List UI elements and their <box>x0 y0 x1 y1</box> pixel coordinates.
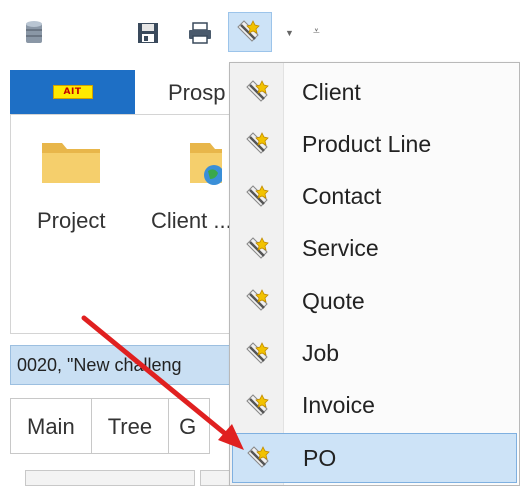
menu-item-label: Contact <box>302 183 382 210</box>
folder-icon <box>40 135 102 190</box>
wizard-dropdown-button[interactable] <box>228 12 272 52</box>
menu-item-label: Quote <box>302 287 365 314</box>
quick-access-toolbar: ▼ ⩡ <box>0 0 520 70</box>
magic-wand-icon <box>232 341 282 367</box>
project-button-label: Project <box>37 208 106 233</box>
menu-item-job[interactable]: Job <box>232 329 517 379</box>
client-button-label: Client ... <box>151 208 232 233</box>
menu-item-client[interactable]: Client <box>232 67 517 117</box>
menu-item-label: Product Line <box>302 130 432 157</box>
menu-item-invoice[interactable]: Invoice <box>232 381 517 431</box>
tab-g[interactable]: G <box>168 398 211 454</box>
app-logo: AIT <box>52 85 93 99</box>
magic-wand-icon <box>232 393 282 419</box>
lower-tabs: Main Tree G <box>10 398 211 454</box>
save-icon[interactable] <box>134 18 162 48</box>
tab-tree[interactable]: Tree <box>90 398 169 454</box>
dropdown-arrow-icon[interactable]: ▼ <box>285 28 294 38</box>
magic-wand-icon <box>232 236 282 262</box>
magic-wand-icon <box>233 445 283 471</box>
toolbar-strip <box>25 470 195 486</box>
magic-wand-icon <box>232 79 282 105</box>
menu-item-label: Service <box>302 235 379 262</box>
magic-wand-icon <box>232 288 282 314</box>
customize-qat-icon[interactable]: ⩡ <box>313 24 320 39</box>
menu-item-label: PO <box>303 444 337 471</box>
toolbar-strip-2 <box>200 470 230 486</box>
magic-wand-icon <box>232 131 282 157</box>
menu-item-po[interactable]: PO <box>232 433 517 484</box>
folder-globe-icon <box>160 135 225 190</box>
magic-wand-icon <box>235 19 261 50</box>
file-tab[interactable]: AIT <box>10 70 135 114</box>
database-icon[interactable] <box>20 18 48 48</box>
tab-main[interactable]: Main <box>10 398 91 454</box>
menu-item-service[interactable]: Service <box>232 224 517 274</box>
menu-item-contact[interactable]: Contact <box>232 172 517 222</box>
menu-item-label: Job <box>302 340 340 366</box>
menu-item-label: Client <box>302 78 361 105</box>
menu-item-quote[interactable]: Quote <box>232 276 517 326</box>
menu-item-label: Invoice <box>302 392 375 419</box>
menu-item-product-line[interactable]: Product Line <box>232 119 517 169</box>
record-description-bar: 0020, "New challeng <box>10 345 250 385</box>
tab-prospects[interactable]: Prosp <box>168 80 225 106</box>
magic-wand-icon <box>232 184 282 210</box>
wizard-dropdown-menu: Client Product Line Contact Service Quote Job… <box>229 62 520 486</box>
print-icon[interactable] <box>186 18 214 48</box>
project-button[interactable]: Project <box>37 135 105 234</box>
client-button[interactable]: Client ... <box>151 135 232 234</box>
